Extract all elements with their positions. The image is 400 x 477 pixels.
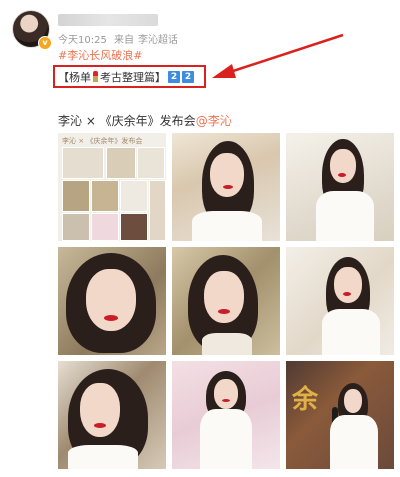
post-text-prefix: 李沁 × 《庆余年》发布会	[58, 114, 196, 128]
photo-3[interactable]	[286, 133, 394, 241]
title-right-text: 考古整理篇】	[100, 70, 166, 84]
title-left-text: 【杨单	[58, 70, 91, 84]
photo-grid: 李沁 × 《庆余年》发布会 余	[58, 133, 394, 470]
hashtag-link[interactable]: #李沁长风破浪#	[58, 47, 142, 63]
photo-7[interactable]	[58, 361, 166, 469]
photo-8[interactable]	[172, 361, 280, 469]
photo-5[interactable]	[172, 247, 280, 355]
photo-1-collage[interactable]: 李沁 × 《庆余年》发布会	[58, 133, 166, 241]
gold-character: 余	[292, 385, 319, 415]
source-prefix: 来自	[114, 35, 135, 46]
post-source-link[interactable]: 李沁超话	[138, 35, 178, 46]
number-badge-2: 2	[182, 70, 194, 83]
photo-6[interactable]	[286, 247, 394, 355]
red-arrow-annotation	[212, 33, 344, 78]
post-time: 今天10:25	[58, 35, 107, 46]
username-blurred[interactable]	[58, 14, 158, 26]
mention-link[interactable]: @李沁	[196, 114, 232, 128]
number-badge-1: 2	[168, 70, 180, 83]
verified-badge-icon: v	[38, 36, 52, 50]
post-meta: 今天10:25 来自 李沁超话	[58, 31, 182, 46]
lipstick-emoji-icon	[93, 71, 98, 82]
photo-2[interactable]	[172, 133, 280, 241]
photo-4[interactable]	[58, 247, 166, 355]
post-body-text: 李沁 × 《庆余年》发布会@李沁	[58, 112, 232, 129]
highlighted-title-box: 【杨单 考古整理篇】 2 2	[53, 65, 206, 88]
photo-9[interactable]: 余	[286, 361, 394, 469]
collage-header-text: 李沁 × 《庆余年》发布会	[62, 137, 143, 145]
